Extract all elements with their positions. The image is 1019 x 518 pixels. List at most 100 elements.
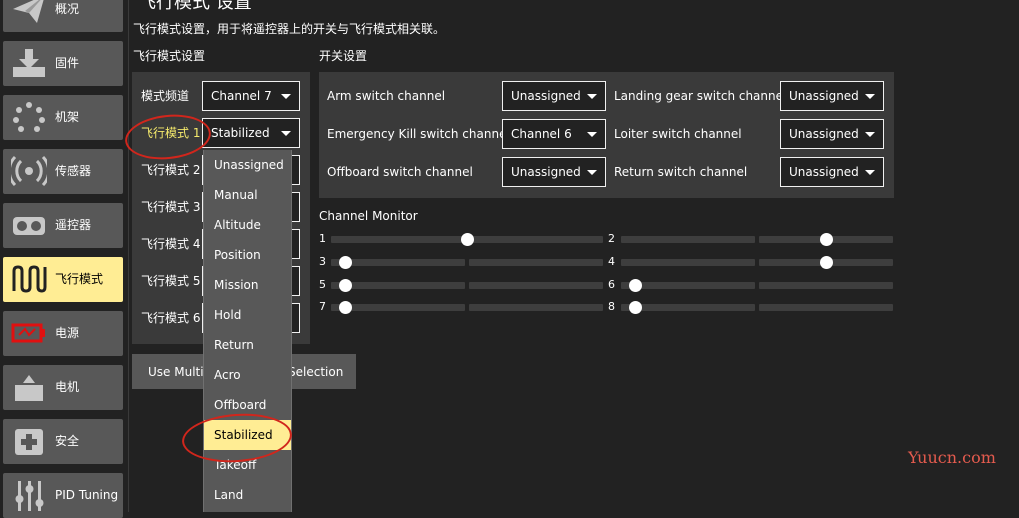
chevron-down-icon: [587, 132, 597, 137]
flight-mode-settings-label: 飞行模式设置: [133, 49, 206, 63]
sidebar-item-airframe[interactable]: 机架: [3, 95, 123, 140]
dropdown-option[interactable]: Manual: [204, 180, 291, 210]
chevron-down-icon: [865, 132, 875, 137]
flight-mode-4-label: 飞行模式 4: [141, 237, 201, 251]
channel-track: [621, 259, 755, 266]
flight-modes-wave-icon: [12, 265, 47, 293]
sidebar-item-label: PID Tuning: [55, 488, 119, 502]
dropdown-option[interactable]: Hold: [204, 300, 291, 330]
channel-track: [331, 236, 465, 243]
switch-settings-label: 开关设置: [319, 49, 368, 63]
switch-label: Landing gear switch channel: [614, 89, 787, 103]
sidebar-item-label: 安全: [55, 434, 80, 448]
channel-track: [621, 236, 755, 243]
channel-track: [469, 236, 603, 243]
sidebar-item-firmware[interactable]: 固件: [3, 41, 123, 86]
paper-plane-icon: [13, 0, 44, 23]
channel-track: [469, 304, 603, 311]
chevron-down-icon: [587, 94, 597, 99]
dropdown-option[interactable]: Position: [204, 240, 291, 270]
sidebar-item-summary[interactable]: 概况: [3, 0, 123, 32]
dropdown-option[interactable]: Acro: [204, 360, 291, 390]
switch-value: Unassigned: [511, 89, 581, 103]
mode-channel-value: Channel 7: [211, 89, 272, 103]
channel-number: 3: [319, 255, 326, 268]
channel-value-knob: [819, 256, 833, 269]
dropdown-option[interactable]: Land: [204, 480, 291, 510]
mode-channel-label: 模式频道: [141, 89, 190, 103]
return-switch-select[interactable]: Unassigned: [780, 157, 884, 187]
flight-mode-6-label: 飞行模式 6: [141, 311, 201, 325]
dropdown-option[interactable]: Altitude: [204, 210, 291, 240]
arm-switch-select[interactable]: Unassigned: [502, 81, 606, 111]
sidebar-item-sensors[interactable]: 传感器: [3, 149, 123, 194]
sidebar-item-flight-modes[interactable]: 飞行模式: [3, 257, 123, 302]
sidebar-divider: [128, 0, 129, 512]
switch-label: Arm switch channel: [327, 89, 446, 103]
watermark: Yuucn.com: [908, 448, 996, 467]
kill-switch-select[interactable]: Channel 6: [502, 119, 606, 149]
channel-value-knob: [338, 279, 352, 292]
switch-value: Unassigned: [789, 165, 859, 179]
loiter-switch-select[interactable]: Unassigned: [780, 119, 884, 149]
chevron-down-icon: [587, 170, 597, 175]
multi-channel-button-label-left: Use Multi: [148, 365, 204, 379]
sidebar-item-power[interactable]: 电源: [3, 311, 123, 356]
dropdown-option[interactable]: Return: [204, 330, 291, 360]
channel-number: 7: [319, 300, 326, 313]
chevron-down-icon: [281, 94, 291, 99]
switch-label: Offboard switch channel: [327, 165, 473, 179]
channel-value-knob: [338, 256, 352, 269]
chevron-down-icon: [865, 94, 875, 99]
channel-value-knob: [461, 233, 474, 246]
landing-gear-switch-select[interactable]: Unassigned: [780, 81, 884, 111]
sidebar-item-label: 概况: [55, 2, 80, 16]
flight-mode-1-value: Stabilized: [211, 126, 270, 140]
sidebar-item-label: 机架: [55, 110, 80, 124]
multi-channel-button-label-right: Selection: [288, 365, 344, 379]
channel-value-knob: [338, 301, 352, 314]
offboard-switch-select[interactable]: Unassigned: [502, 157, 606, 187]
page-title: 飞行模式 设置: [138, 0, 252, 13]
flight-mode-2-label: 飞行模式 2: [141, 163, 201, 177]
channel-track: [759, 304, 893, 311]
channel-number: 8: [608, 300, 615, 313]
safety-plus-icon: [15, 429, 43, 455]
flight-mode-3-label: 飞行模式 3: [141, 200, 201, 214]
dropdown-option[interactable]: Mission: [204, 270, 291, 300]
motor-icon: [15, 375, 43, 401]
flight-mode-1-select[interactable]: Stabilized: [202, 118, 300, 148]
channel-number: 1: [319, 232, 326, 245]
sidebar-item-safety[interactable]: 安全: [3, 419, 123, 464]
sidebar-item-label: 传感器: [55, 164, 92, 178]
channel-value-knob: [819, 233, 833, 246]
switch-label: Emergency Kill switch channel: [327, 127, 510, 141]
sidebar-item-label: 遥控器: [55, 218, 92, 232]
mode-channel-select[interactable]: Channel 7: [202, 81, 300, 111]
sidebar-item-pid-tuning[interactable]: PID Tuning: [3, 473, 123, 518]
flight-mode-5-label: 飞行模式 5: [141, 274, 201, 288]
switch-label: Loiter switch channel: [614, 127, 742, 141]
pid-sliders-icon: [15, 481, 44, 511]
dropdown-option[interactable]: Unassigned: [204, 150, 291, 180]
channel-value-knob: [628, 301, 642, 314]
switch-value: Unassigned: [789, 127, 859, 141]
sidebar-item-motors[interactable]: 电机: [3, 365, 123, 410]
channel-number: 4: [608, 255, 615, 268]
radio-controller-icon: [13, 217, 45, 235]
sidebar-item-radio[interactable]: 遥控器: [3, 203, 123, 248]
firmware-download-icon: [13, 49, 45, 77]
channel-monitor-title: Channel Monitor: [319, 209, 418, 223]
switch-label: Return switch channel: [614, 165, 748, 179]
channel-track: [469, 259, 603, 266]
battery-icon: [11, 323, 45, 343]
sidebar-item-label: 飞行模式: [55, 272, 104, 286]
channel-number: 5: [319, 278, 326, 291]
sensor-signal-icon: [11, 155, 47, 187]
sidebar: 概况 固件 机架 传感器 遥控器 飞行模式 电源 电机 安全 PID Tunin…: [0, 0, 128, 518]
chevron-down-icon: [865, 170, 875, 175]
chevron-down-icon: [281, 131, 291, 136]
switch-value: Unassigned: [789, 89, 859, 103]
switch-value: Channel 6: [511, 127, 572, 141]
channel-value-knob: [628, 279, 642, 292]
